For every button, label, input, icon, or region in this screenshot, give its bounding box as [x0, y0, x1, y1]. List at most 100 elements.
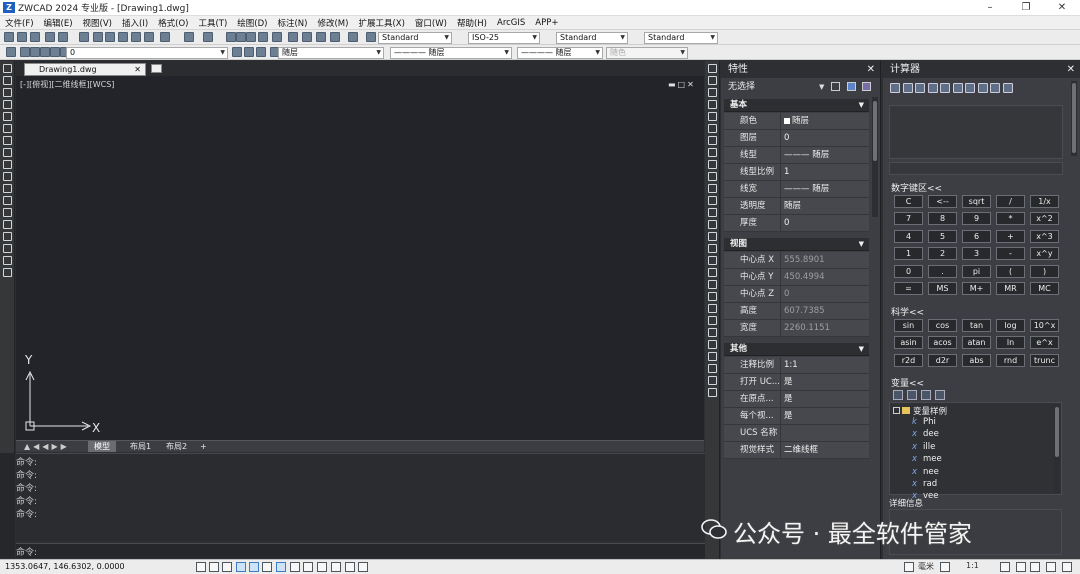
menu-item[interactable]: 视图(V): [78, 17, 117, 29]
numpad-key[interactable]: .: [928, 264, 957, 278]
maximize-icon[interactable]: ❐: [1008, 0, 1044, 16]
layer-tool-icon[interactable]: [40, 47, 50, 57]
property-value[interactable]: 2260.1151: [780, 320, 869, 337]
mleader-style-select[interactable]: Standard: [644, 31, 718, 44]
draw-tool-icon[interactable]: [2, 124, 12, 133]
linetype-select[interactable]: ———— 随层: [390, 46, 512, 59]
menu-item[interactable]: 格式(O): [153, 17, 193, 29]
numpad-key[interactable]: 7: [894, 212, 923, 226]
status-tray-icon[interactable]: [1016, 562, 1026, 572]
variable-tool-icon[interactable]: [921, 390, 931, 400]
modify-tool-icon[interactable]: [707, 340, 717, 349]
toolbar-icon[interactable]: [203, 32, 213, 42]
scientific-key[interactable]: abs: [962, 353, 991, 367]
numpad-key[interactable]: 6: [962, 229, 991, 243]
status-toggle-icon[interactable]: [317, 562, 327, 572]
status-tray-icon[interactable]: [1046, 562, 1056, 572]
toolbar-icon[interactable]: [330, 32, 340, 42]
calc-tool-icon[interactable]: [1002, 83, 1013, 93]
modify-tool-icon[interactable]: [707, 328, 717, 337]
property-value[interactable]: [780, 425, 869, 442]
calculator-input[interactable]: [889, 162, 1063, 175]
menu-item[interactable]: 工具(T): [193, 17, 232, 29]
property-row[interactable]: 中心点 Z 0: [724, 286, 869, 303]
toolbar-icon[interactable]: [118, 32, 128, 42]
draw-tool-icon[interactable]: [2, 88, 12, 97]
variable-item[interactable]: x nee: [912, 467, 939, 477]
selection-select[interactable]: 无选择 ▼: [721, 79, 881, 95]
scale-label[interactable]: 1:1: [966, 561, 979, 570]
color-select[interactable]: 随层: [278, 46, 384, 59]
scientific-toggle[interactable]: 科学<<: [891, 305, 924, 318]
modify-tool-icon[interactable]: [707, 364, 717, 373]
scientific-key[interactable]: r2d: [894, 353, 923, 367]
units-label[interactable]: 毫米: [918, 561, 934, 572]
modify-tool-icon[interactable]: [707, 172, 717, 181]
toolbar-icon[interactable]: [30, 32, 40, 42]
layout-tab[interactable]: +: [194, 441, 213, 452]
scientific-key[interactable]: tan: [962, 319, 991, 332]
toolbar-icon[interactable]: [348, 32, 358, 42]
property-row[interactable]: 图层 0: [724, 130, 869, 147]
modify-tool-icon[interactable]: [707, 184, 717, 193]
viewport-label[interactable]: [-][俯视][二维线框][WCS]: [20, 79, 114, 90]
layer-tool-icon[interactable]: [20, 47, 30, 57]
minimize-icon[interactable]: –: [972, 0, 1008, 16]
numpad-toggle[interactable]: 数字键区<<: [891, 181, 942, 194]
numpad-key[interactable]: /: [996, 195, 1025, 208]
calc-tool-icon[interactable]: [990, 83, 1000, 93]
numpad-key[interactable]: +: [996, 229, 1025, 243]
property-row[interactable]: 打开 UC... 是: [724, 374, 869, 391]
numpad-key[interactable]: M+: [962, 282, 991, 295]
toolbar-icon[interactable]: [17, 32, 27, 42]
numpad-key[interactable]: MR: [996, 282, 1025, 295]
draw-tool-icon[interactable]: [2, 232, 12, 241]
property-value[interactable]: 随层: [780, 198, 869, 215]
layer-tool-icon[interactable]: [30, 47, 40, 57]
modify-tool-icon[interactable]: [707, 256, 717, 265]
draw-tool-icon[interactable]: [2, 136, 12, 145]
modify-tool-icon[interactable]: [707, 124, 717, 133]
status-toggle-icon[interactable]: [249, 562, 259, 572]
property-value[interactable]: 二维线框: [780, 442, 869, 459]
toolbar-icon[interactable]: [236, 32, 246, 42]
property-row[interactable]: UCS 名称: [724, 425, 869, 442]
menu-item[interactable]: 文件(F): [0, 17, 39, 29]
property-value[interactable]: 450.4994: [780, 269, 869, 286]
collapse-icon[interactable]: [893, 407, 900, 414]
property-row[interactable]: 高度 607.7385: [724, 303, 869, 320]
property-row[interactable]: 中心点 Y 450.4994: [724, 269, 869, 286]
toolbar-icon[interactable]: [302, 32, 312, 42]
calc-tool-icon[interactable]: [965, 83, 975, 93]
draw-tool-icon[interactable]: [2, 172, 12, 181]
chevron-down-icon[interactable]: ▼: [859, 238, 864, 251]
numpad-key[interactable]: C: [894, 195, 923, 208]
scientific-key[interactable]: log: [996, 319, 1025, 332]
modify-tool-icon[interactable]: [707, 388, 717, 397]
variable-tool-icon[interactable]: [893, 390, 903, 400]
draw-tool-icon[interactable]: [2, 256, 12, 265]
scientific-key[interactable]: rnd: [996, 353, 1025, 367]
numpad-key[interactable]: pi: [962, 264, 991, 278]
numpad-key[interactable]: 5: [928, 229, 957, 243]
modify-tool-icon[interactable]: [707, 292, 717, 301]
draw-tool-icon[interactable]: [2, 100, 12, 109]
numpad-key[interactable]: <--: [928, 195, 957, 208]
scientific-key[interactable]: 10^x: [1030, 319, 1059, 332]
draw-tool-icon[interactable]: [2, 196, 12, 205]
modify-tool-icon[interactable]: [707, 136, 717, 145]
numpad-key[interactable]: MC: [1030, 282, 1059, 295]
numpad-key[interactable]: =: [894, 282, 923, 295]
scientific-key[interactable]: trunc: [1030, 353, 1059, 367]
draw-tool-icon[interactable]: [2, 76, 12, 85]
status-tray-icon[interactable]: [940, 562, 950, 572]
close-calculator-icon[interactable]: ✕: [1067, 61, 1075, 78]
scientific-key[interactable]: atan: [962, 336, 991, 350]
draw-tool-icon[interactable]: [2, 244, 12, 253]
section-misc[interactable]: 其他 ▼: [724, 343, 869, 356]
toolbar-icon[interactable]: [79, 32, 89, 42]
command-gripper[interactable]: [0, 453, 15, 558]
numpad-key[interactable]: (: [996, 264, 1025, 278]
draw-tool-icon[interactable]: [2, 184, 12, 193]
calc-tool-icon[interactable]: [890, 83, 900, 93]
